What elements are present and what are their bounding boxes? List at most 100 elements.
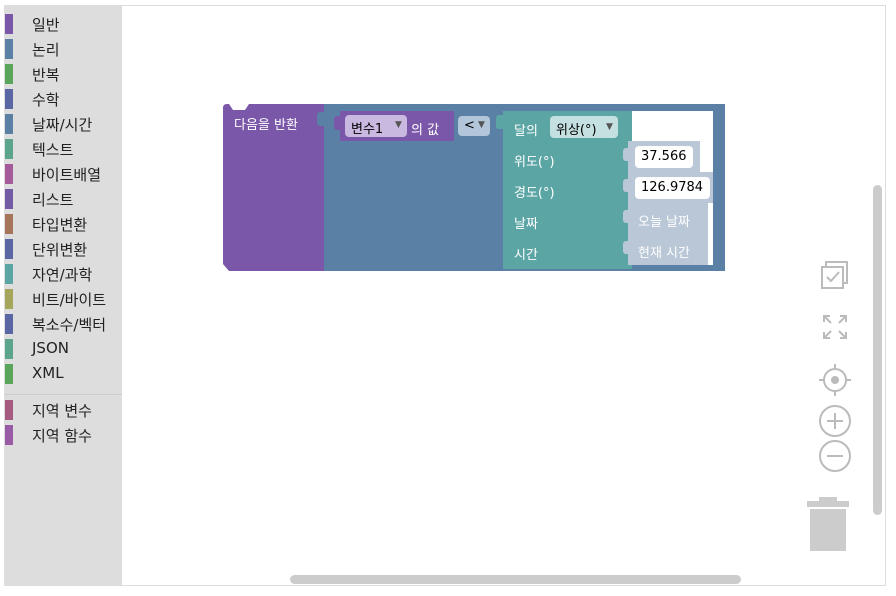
category-label: 날짜/시간 bbox=[32, 116, 93, 134]
category-label: 반복 bbox=[32, 66, 60, 84]
category-color-bar bbox=[5, 239, 13, 259]
category-math[interactable]: 수학 bbox=[5, 87, 122, 109]
category-complex-vector[interactable]: 복소수/벡터 bbox=[5, 312, 122, 334]
category-color-bar bbox=[5, 289, 13, 309]
category-color-bar bbox=[5, 264, 13, 284]
latitude-input[interactable]: 37.566 bbox=[635, 146, 693, 168]
category-color-bar bbox=[5, 64, 13, 84]
today-date-block[interactable]: 오늘 날짜 bbox=[623, 203, 708, 234]
category-color-bar bbox=[5, 339, 13, 359]
category-color-bar bbox=[5, 364, 13, 384]
category-label: 자연/과학 bbox=[32, 266, 93, 284]
longitude-input[interactable]: 126.9784 bbox=[635, 177, 710, 199]
output-tab bbox=[623, 148, 629, 161]
dropdown-arrow-icon: ▼ bbox=[395, 120, 402, 130]
workspace-frame bbox=[4, 5, 886, 586]
dropdown-arrow-icon: ▼ bbox=[478, 120, 485, 130]
toolbox: 일반 논리 반복 수학 날짜/시간 텍스트 바이트배열 리스트 타입변환 단위변… bbox=[5, 6, 122, 586]
trash-icon[interactable] bbox=[805, 495, 851, 553]
variable-dropdown[interactable]: 변수1 ▼ bbox=[345, 115, 407, 137]
category-label: 지역 함수 bbox=[32, 427, 92, 445]
block-empty-area bbox=[708, 234, 713, 265]
category-label: 바이트배열 bbox=[32, 166, 102, 184]
cleanup-icon[interactable] bbox=[820, 260, 850, 290]
category-label: 논리 bbox=[32, 41, 60, 59]
category-color-bar bbox=[5, 114, 13, 134]
longitude-label: 경도(°) bbox=[514, 186, 555, 201]
block-empty-area bbox=[632, 111, 713, 141]
zoom-out-icon[interactable] bbox=[819, 440, 851, 472]
category-datetime[interactable]: 날짜/시간 bbox=[5, 112, 122, 134]
category-color-bar bbox=[5, 189, 13, 209]
vertical-scrollbar[interactable] bbox=[873, 185, 882, 515]
category-list[interactable]: 리스트 bbox=[5, 187, 122, 209]
date-label: 날짜 bbox=[514, 217, 538, 232]
zoom-in-icon[interactable] bbox=[819, 405, 851, 437]
category-color-bar bbox=[5, 214, 13, 234]
category-unit-conversion[interactable]: 단위변환 bbox=[5, 237, 122, 259]
category-color-bar bbox=[5, 314, 13, 334]
category-json[interactable]: JSON bbox=[5, 337, 122, 359]
current-time-block[interactable]: 현재 시간 bbox=[623, 234, 708, 265]
current-time-label: 현재 시간 bbox=[638, 246, 690, 261]
operator-value: < bbox=[464, 118, 475, 133]
longitude-number-block[interactable]: 126.9784 bbox=[623, 172, 713, 203]
moon-phase-block[interactable]: 달의 위상(°) ▼ 위도(°) 경도(°) 날짜 시간 bbox=[496, 111, 632, 269]
output-tab bbox=[334, 116, 341, 130]
category-color-bar bbox=[5, 139, 13, 159]
category-general[interactable]: 일반 bbox=[5, 12, 122, 34]
return-block[interactable]: 다음을 반환 bbox=[223, 104, 325, 271]
time-label: 시간 bbox=[514, 248, 538, 263]
dropdown-arrow-icon: ▼ bbox=[606, 122, 613, 132]
moon-property-dropdown[interactable]: 위상(°) ▼ bbox=[550, 116, 618, 138]
category-color-bar bbox=[5, 39, 13, 59]
category-label: XML bbox=[32, 364, 64, 382]
category-label: 복소수/벡터 bbox=[32, 316, 107, 334]
output-tab bbox=[496, 115, 504, 129]
output-tab bbox=[623, 241, 629, 254]
category-xml[interactable]: XML bbox=[5, 362, 122, 384]
category-science[interactable]: 자연/과학 bbox=[5, 262, 122, 284]
block-empty-area bbox=[708, 203, 713, 234]
category-label: JSON bbox=[32, 339, 69, 357]
latitude-number-block[interactable]: 37.566 bbox=[623, 141, 700, 172]
horizontal-scrollbar[interactable] bbox=[290, 575, 741, 584]
input-notch bbox=[317, 112, 325, 126]
category-color-bar bbox=[5, 425, 13, 445]
return-block-label: 다음을 반환 bbox=[234, 118, 298, 133]
category-label: 리스트 bbox=[32, 191, 74, 209]
output-tab bbox=[623, 179, 629, 192]
variable-dropdown-value: 변수1 bbox=[351, 122, 384, 137]
compare-block[interactable]: 변수1 ▼ 의 값 < ▼ 달의 위상(°) ▼ 위도(°) 경도(°) 날짜 … bbox=[317, 104, 725, 271]
category-label: 타입변환 bbox=[32, 216, 88, 234]
category-logic[interactable]: 논리 bbox=[5, 37, 122, 59]
category-label: 수학 bbox=[32, 91, 60, 109]
category-label: 비트/바이트 bbox=[32, 291, 107, 309]
latitude-label: 위도(°) bbox=[514, 155, 555, 170]
moon-property-value: 위상(°) bbox=[556, 123, 597, 138]
toolbox-separator bbox=[5, 394, 122, 395]
category-bits-bytes[interactable]: 비트/바이트 bbox=[5, 287, 122, 309]
variable-get-block[interactable]: 변수1 ▼ 의 값 bbox=[334, 111, 454, 141]
operator-dropdown[interactable]: < ▼ bbox=[458, 116, 490, 136]
center-target-icon[interactable] bbox=[819, 364, 851, 396]
moon-block-label: 달의 bbox=[514, 124, 538, 139]
category-text[interactable]: 텍스트 bbox=[5, 137, 122, 159]
variable-value-label: 의 값 bbox=[411, 123, 440, 138]
category-local-variables[interactable]: 지역 변수 bbox=[5, 398, 122, 420]
category-color-bar bbox=[5, 164, 13, 184]
category-local-functions[interactable]: 지역 함수 bbox=[5, 423, 122, 445]
category-label: 단위변환 bbox=[32, 241, 88, 259]
category-bytearray[interactable]: 바이트배열 bbox=[5, 162, 122, 184]
zoom-reset-icon[interactable] bbox=[822, 314, 848, 340]
category-color-bar bbox=[5, 89, 13, 109]
category-color-bar bbox=[5, 14, 13, 34]
output-tab bbox=[623, 210, 629, 223]
category-loops[interactable]: 반복 bbox=[5, 62, 122, 84]
category-type-conversion[interactable]: 타입변환 bbox=[5, 212, 122, 234]
today-date-label: 오늘 날짜 bbox=[638, 215, 690, 230]
category-label: 일반 bbox=[32, 16, 60, 34]
category-color-bar bbox=[5, 400, 13, 420]
category-label: 지역 변수 bbox=[32, 402, 92, 420]
category-label: 텍스트 bbox=[32, 141, 74, 159]
